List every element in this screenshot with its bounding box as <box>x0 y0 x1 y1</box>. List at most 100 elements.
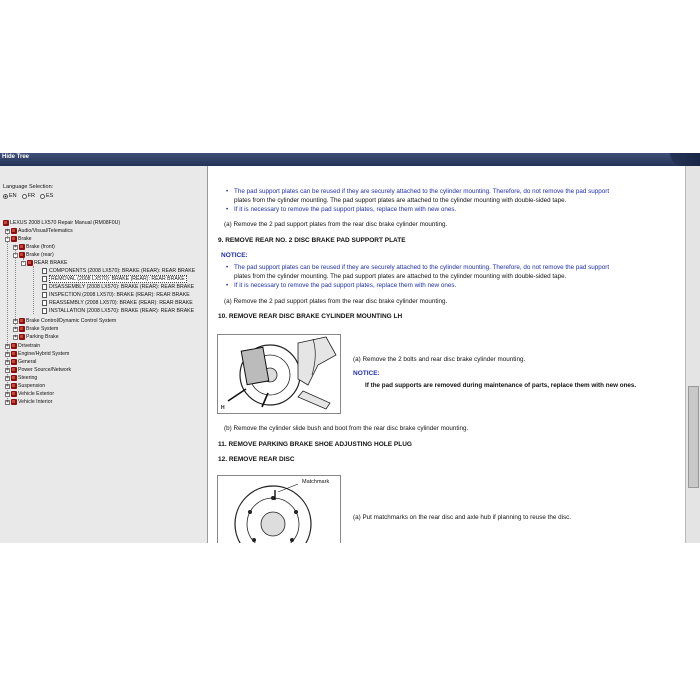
expand-icon[interactable]: + <box>13 318 18 324</box>
collapse-icon[interactable]: - <box>5 236 10 242</box>
expand-icon[interactable]: + <box>13 326 18 332</box>
radio-selected-icon <box>3 193 8 199</box>
language-radio-en[interactable]: EN <box>3 193 17 199</box>
expand-icon[interactable]: + <box>13 334 18 340</box>
book-icon <box>11 399 17 405</box>
brake-cylinder-illustration <box>227 336 337 410</box>
book-icon <box>11 359 17 365</box>
expand-icon[interactable]: + <box>5 375 10 381</box>
notice-text: If the pad supports are removed during m… <box>365 382 637 389</box>
book-icon <box>19 326 25 332</box>
tree-node-vehicle-exterior[interactable]: + Vehicle Exterior <box>5 390 54 398</box>
repair-manual-window: Hide Tree Language Selection: EN FR ES L… <box>0 153 700 543</box>
tree-node-brake-system[interactable]: + Brake System <box>13 325 58 333</box>
book-icon <box>19 244 25 250</box>
book-icon <box>11 367 17 373</box>
expand-icon[interactable]: + <box>5 367 10 373</box>
content-scrollbar[interactable] <box>685 166 700 543</box>
expand-icon[interactable]: + <box>13 244 18 250</box>
tree-node-disassembly[interactable]: DISASSEMBLY (2008 LX570): BRAKE (REAR): … <box>42 283 194 291</box>
book-icon <box>27 260 33 266</box>
brake-cylinder-figure: H <box>217 334 341 414</box>
hide-tree-button[interactable]: Hide Tree <box>2 154 29 160</box>
matchmark-callout: Matchmark <box>302 479 330 485</box>
tree-node-brake-rear[interactable]: - Brake (rear) <box>13 251 54 259</box>
book-icon <box>11 391 17 397</box>
tree-guide-line <box>33 266 34 314</box>
document-icon <box>42 308 47 314</box>
expand-icon[interactable]: + <box>5 399 10 405</box>
tree-node-components[interactable]: COMPONENTS (2008 LX570): BRAKE (REAR): R… <box>42 267 195 275</box>
document-icon <box>42 284 47 290</box>
navigation-tree-panel: Language Selection: EN FR ES LEXUS 2008 … <box>0 166 208 543</box>
book-icon <box>11 375 17 381</box>
document-icon <box>42 300 47 306</box>
tree-node-audio[interactable]: + Audio/Visual/Telematics <box>5 227 73 235</box>
tree-node-inspection[interactable]: INSPECTION (2008 LX570): BRAKE (REAR): R… <box>42 291 190 299</box>
notice-bullet-4: If it is necessary to remove the pad sup… <box>226 282 456 289</box>
document-icon <box>42 292 47 298</box>
step-text: (a) Put matchmarks on the rear disc and … <box>353 514 572 521</box>
expand-icon[interactable]: + <box>5 359 10 365</box>
document-icon <box>42 276 47 282</box>
language-radio-group: EN FR ES <box>3 193 53 199</box>
tree-node-removal[interactable]: REMOVAL (2008 LX570): BRAKE (REAR): REAR… <box>42 275 187 283</box>
radio-icon <box>21 193 27 199</box>
tree-node-engine[interactable]: + Engine/Hybrid System <box>5 350 69 358</box>
step-text: (a) Remove the 2 pad support plates from… <box>224 298 448 305</box>
tree-node-brake-front[interactable]: + Brake (front) <box>13 243 55 251</box>
step-heading-11: 11. REMOVE PARKING BRAKE SHOE ADJUSTING … <box>218 441 412 448</box>
step-text: (a) Remove the 2 pad support plates from… <box>224 221 448 228</box>
procedure-content: The pad support plates can be reused if … <box>208 166 685 543</box>
book-icon <box>11 343 17 349</box>
notice-label: NOTICE: <box>353 370 380 377</box>
top-bar-decoration <box>670 153 700 166</box>
expand-icon[interactable]: + <box>5 351 10 357</box>
step-heading-9: 9. REMOVE REAR NO. 2 DISC BRAKE PAD SUPP… <box>218 237 406 244</box>
tree-node-rear-brake[interactable]: - REAR BRAKE <box>21 259 67 267</box>
manual-book-icon <box>3 220 9 226</box>
tree-node-brake-control[interactable]: + Brake Control/Dynamic Control System <box>13 317 116 325</box>
rear-disc-figure: Matchmark H <box>217 475 341 543</box>
tree-node-steering[interactable]: + Steering <box>5 374 37 382</box>
step-text: (a) Remove the 2 bolts and rear disc bra… <box>353 356 526 363</box>
language-label: Language Selection: <box>3 184 54 190</box>
figure-corner-label: H <box>221 405 225 411</box>
tree-node-root[interactable]: LEXUS 2008 LX570 Repair Manual (RM08F0U) <box>3 219 120 227</box>
notice-bullet-3-cont: plates from the cylinder mounting. The p… <box>234 273 567 280</box>
tree-node-drivetrain[interactable]: + Drivetrain <box>5 342 40 350</box>
book-icon <box>19 252 25 258</box>
tree-node-installation[interactable]: INSTALLATION (2008 LX570): BRAKE (REAR):… <box>42 307 194 315</box>
expand-icon[interactable]: + <box>5 391 10 397</box>
notice-bullet-1-cont: plates from the cylinder mounting. The p… <box>234 197 567 204</box>
language-radio-es[interactable]: ES <box>39 193 53 199</box>
book-icon <box>11 383 17 389</box>
rear-disc-illustration <box>234 483 312 543</box>
notice-label: NOTICE: <box>221 252 248 259</box>
book-icon <box>11 351 17 357</box>
step-heading-12: 12. REMOVE REAR DISC <box>218 456 295 463</box>
tree-node-reassembly[interactable]: REASSEMBLY (2008 LX570): BRAKE (REAR): R… <box>42 299 193 307</box>
top-bar: Hide Tree <box>0 153 700 166</box>
tree-node-general[interactable]: + General <box>5 358 36 366</box>
collapse-icon[interactable]: - <box>13 252 18 258</box>
notice-bullet-3: The pad support plates can be reused if … <box>226 264 609 271</box>
tree-node-power-source[interactable]: + Power Source/Network <box>5 366 71 374</box>
step-text: (b) Remove the cylinder slide bush and b… <box>224 425 469 432</box>
book-icon <box>19 318 25 324</box>
tree-node-parking-brake[interactable]: + Parking Brake <box>13 333 59 341</box>
document-icon <box>42 268 47 274</box>
tree-node-brake[interactable]: - Brake <box>5 235 32 243</box>
book-icon <box>11 228 17 234</box>
expand-icon[interactable]: + <box>5 343 10 349</box>
notice-bullet-1: The pad support plates can be reused if … <box>226 188 609 195</box>
tree-guide-line <box>15 250 16 325</box>
expand-icon[interactable]: + <box>5 383 10 389</box>
tree-node-suspension[interactable]: + Suspension <box>5 382 45 390</box>
tree-node-vehicle-interior[interactable]: + Vehicle Interior <box>5 398 52 406</box>
scrollbar-thumb[interactable] <box>688 386 699 488</box>
expand-icon[interactable]: + <box>5 228 10 234</box>
step-heading-10: 10. REMOVE REAR DISC BRAKE CYLINDER MOUN… <box>218 313 403 320</box>
language-radio-fr[interactable]: FR <box>21 193 35 199</box>
collapse-icon[interactable]: - <box>21 260 26 266</box>
